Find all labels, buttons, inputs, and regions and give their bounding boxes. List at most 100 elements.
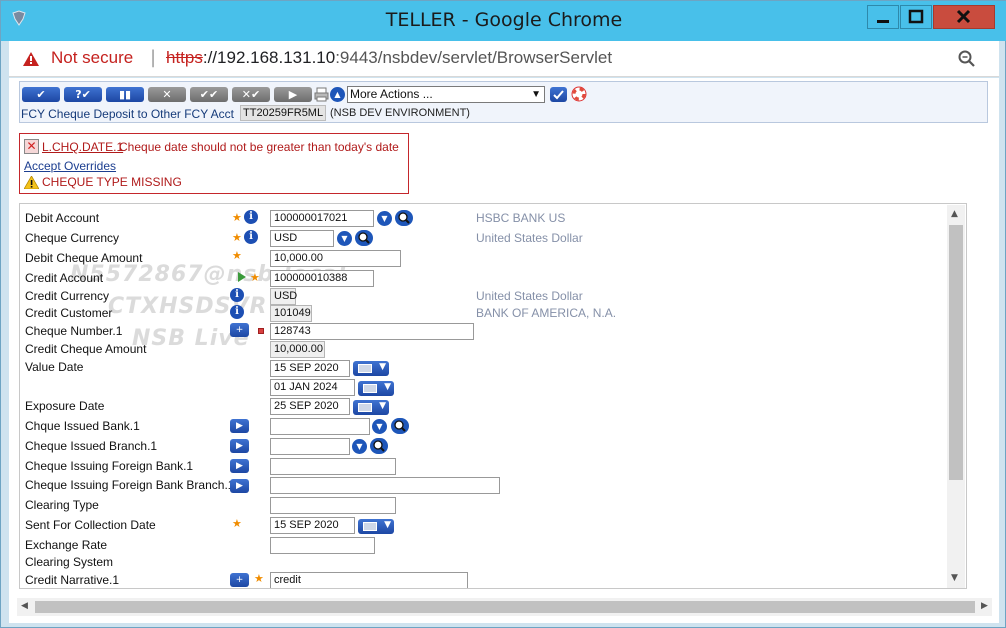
calendar-icon[interactable]: ▼ xyxy=(358,519,394,534)
error-icon: ✕ xyxy=(24,139,39,154)
title-bar: TELLER - Google Chrome xyxy=(1,1,1006,41)
info-icon[interactable]: i xyxy=(230,288,244,302)
cheque-issued-branch-input[interactable] xyxy=(270,438,350,455)
override-warning: CHEQUE TYPE MISSING xyxy=(42,175,182,189)
delete-button[interactable]: ✕ xyxy=(148,87,186,102)
browser-window: TELLER - Google Chrome Not secure | http… xyxy=(0,0,1006,628)
search-icon[interactable] xyxy=(395,210,413,226)
hold-button[interactable]: ▮▮ xyxy=(106,87,144,102)
scroll-up-icon[interactable]: ▲ xyxy=(951,209,958,219)
address-bar[interactable]: Not secure | https://192.168.131.10:9443… xyxy=(9,41,999,77)
credit-narrative-label: Credit Narrative.1 xyxy=(25,573,120,587)
page-horizontal-scrollbar[interactable]: ◀ ▶ xyxy=(17,598,992,616)
clearing-type-input[interactable] xyxy=(270,497,396,514)
chque-issued-bank-input[interactable] xyxy=(270,418,370,435)
warning-icon xyxy=(24,176,39,189)
credit-cheque-amount-label: Credit Cheque Amount xyxy=(25,342,147,356)
expand-icon[interactable]: ▶ xyxy=(230,439,249,453)
maximize-icon xyxy=(908,9,924,24)
cheque-issuing-foreign-bank-input[interactable] xyxy=(270,458,396,475)
upload-icon[interactable]: ▲ xyxy=(330,87,345,102)
dropdown-icon[interactable]: ▼ xyxy=(377,211,392,226)
cheque-issuing-foreign-bank-label: Cheque Issuing Foreign Bank.1 xyxy=(25,459,194,473)
info-icon[interactable]: i xyxy=(244,210,258,224)
cheque-number-input[interactable]: 128743 xyxy=(270,323,474,340)
debit-cheque-amount-input[interactable]: 10,000.00 xyxy=(270,250,401,267)
calendar-icon[interactable]: ▼ xyxy=(353,400,389,415)
info-icon[interactable]: i xyxy=(230,305,244,319)
reverse-button[interactable]: ✕✔ xyxy=(232,87,270,102)
scroll-right-icon[interactable]: ▶ xyxy=(981,601,988,611)
value-date-input-2[interactable]: 01 JAN 2024 xyxy=(270,379,355,396)
calendar-icon[interactable]: ▼ xyxy=(358,381,394,396)
credit-account-input[interactable]: 100000010388 xyxy=(270,270,374,287)
form-vertical-scrollbar[interactable]: ▲ ▼ xyxy=(947,205,965,588)
credit-narrative-input[interactable]: credit xyxy=(270,572,468,588)
validate-button[interactable]: ?✔ xyxy=(64,87,102,102)
debit-account-input[interactable]: 100000017021 xyxy=(270,210,374,227)
mandatory-star-icon: ★ xyxy=(254,572,264,585)
next-button[interactable]: ▶ xyxy=(274,87,312,102)
mandatory-star-icon: ★ xyxy=(250,271,260,284)
exchange-rate-input[interactable] xyxy=(270,537,375,554)
transaction-toolbar: ✔ ?✔ ▮▮ ✕ ✔✔ ✕✔ ▶ ▲ More Actions ... ▼ F… xyxy=(19,81,988,123)
cheque-currency-input[interactable]: USD xyxy=(270,230,334,247)
mandatory-star-icon: ★ xyxy=(232,231,242,244)
transaction-label: FCY Cheque Deposit to Other FCY Acct xyxy=(21,107,234,121)
more-actions-value: More Actions ... xyxy=(350,87,433,101)
search-icon[interactable] xyxy=(391,418,409,434)
search-icon[interactable] xyxy=(355,230,373,246)
commit-button[interactable]: ✔ xyxy=(22,87,60,102)
error-field-link[interactable]: L.CHQ.DATE.1 xyxy=(42,140,123,154)
mandatory-star-icon: ★ xyxy=(232,517,242,530)
expand-arrow-icon[interactable] xyxy=(236,270,248,284)
print-icon[interactable] xyxy=(314,87,329,102)
info-icon[interactable]: i xyxy=(244,230,258,244)
value-date-label: Value Date xyxy=(25,360,84,374)
cheque-currency-desc: United States Dollar xyxy=(476,231,583,245)
accept-overrides-link[interactable]: Accept Overrides xyxy=(24,159,116,173)
sent-for-collection-date-label: Sent For Collection Date xyxy=(25,518,156,532)
expand-icon[interactable]: ▶ xyxy=(230,459,249,473)
dropdown-icon[interactable]: ▼ xyxy=(337,231,352,246)
scroll-thumb[interactable] xyxy=(949,225,963,480)
close-window-button[interactable] xyxy=(933,5,995,29)
cheque-issuing-foreign-branch-label: Cheque Issuing Foreign Bank Branch.1 xyxy=(25,478,235,492)
maximize-button[interactable] xyxy=(900,5,932,29)
dropdown-icon[interactable]: ▼ xyxy=(352,439,367,454)
url-scheme: https xyxy=(166,48,203,67)
scroll-thumb[interactable] xyxy=(35,601,975,613)
transaction-id: TT20259FR5ML xyxy=(240,105,327,121)
scroll-down-icon[interactable]: ▼ xyxy=(951,573,958,583)
dropdown-icon[interactable]: ▼ xyxy=(372,419,387,434)
more-actions-select[interactable]: More Actions ... ▼ xyxy=(347,86,545,103)
expand-icon[interactable]: ▶ xyxy=(230,419,249,433)
expand-icon[interactable]: ▶ xyxy=(230,479,249,493)
zoom-icon[interactable] xyxy=(958,50,976,68)
not-secure-label[interactable]: Not secure xyxy=(51,48,133,68)
debit-account-desc: HSBC BANK US xyxy=(476,211,566,225)
address-separator: | xyxy=(150,47,157,68)
go-button[interactable] xyxy=(550,87,567,102)
help-lifebuoy-icon[interactable] xyxy=(571,86,587,102)
error-marker-icon xyxy=(258,328,264,334)
authorise-button[interactable]: ✔✔ xyxy=(190,87,228,102)
cheque-currency-label: Cheque Currency xyxy=(25,231,120,245)
add-multivalue-icon[interactable]: + xyxy=(230,323,249,337)
value-date-input[interactable]: 15 SEP 2020 xyxy=(270,360,350,377)
sent-for-collection-date-input[interactable]: 15 SEP 2020 xyxy=(270,517,355,534)
scroll-left-icon[interactable]: ◀ xyxy=(21,601,28,611)
exposure-date-input[interactable]: 25 SEP 2020 xyxy=(270,398,350,415)
credit-cheque-amount-value: 10,000.00 xyxy=(270,341,325,358)
calendar-icon[interactable]: ▼ xyxy=(353,361,389,376)
add-multivalue-icon[interactable]: + xyxy=(230,573,249,587)
mandatory-star-icon: ★ xyxy=(232,211,242,224)
environment-label: (NSB DEV ENVIRONMENT) xyxy=(330,107,470,119)
debit-cheque-amount-label: Debit Cheque Amount xyxy=(25,251,143,265)
search-icon[interactable] xyxy=(370,438,388,454)
minimize-button[interactable] xyxy=(867,5,899,29)
url-text[interactable]: https://192.168.131.10:9443/nsbdev/servl… xyxy=(166,48,612,68)
close-icon xyxy=(956,9,971,24)
cheque-issued-branch-label: Cheque Issued Branch.1 xyxy=(25,439,158,453)
cheque-issuing-foreign-branch-input[interactable] xyxy=(270,477,500,494)
